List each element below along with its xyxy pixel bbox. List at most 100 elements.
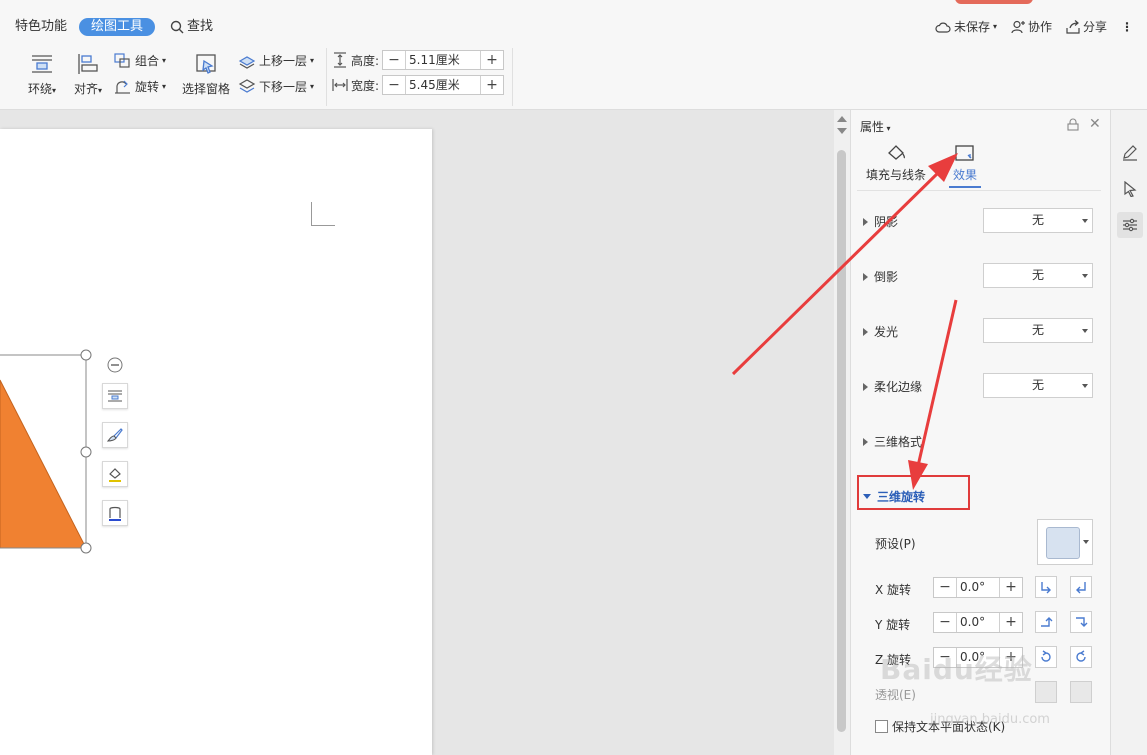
bring-forward-button[interactable]: 上移一层 ▾ (238, 52, 314, 69)
selection-pane-icon (196, 54, 216, 74)
section-3d-format[interactable]: 三维格式 (863, 433, 922, 450)
perspective-widen-button[interactable] (1070, 681, 1092, 703)
align-left-icon (78, 54, 98, 74)
rotate-ccw-icon (1041, 650, 1051, 662)
selection-pane-button[interactable]: 选择窗格 (178, 52, 234, 97)
shape-fill-button[interactable] (102, 461, 128, 487)
scroll-up-arrow[interactable] (837, 116, 847, 122)
fill-bucket-icon (109, 468, 121, 482)
tab-fill-and-line[interactable]: 填充与线条 (865, 144, 927, 183)
shape-style-button[interactable] (102, 422, 128, 448)
properties-tool-button[interactable] (1117, 212, 1143, 238)
panel-divider (857, 190, 1101, 191)
y-rotation-decrease-button[interactable]: − (934, 613, 956, 632)
x-rotation-increase-button[interactable]: + (1000, 578, 1022, 597)
perspective-narrow-button[interactable] (1035, 681, 1057, 703)
rotate-left-button[interactable] (1035, 576, 1057, 598)
selection-pane-label: 选择窗格 (181, 82, 230, 96)
width-input[interactable]: 5.45厘米 (405, 76, 482, 94)
section-soft-edges[interactable]: 柔化边缘 (863, 378, 922, 395)
soft-edges-dropdown[interactable]: 无 (983, 373, 1093, 398)
preset-dropdown[interactable] (1037, 519, 1093, 565)
bring-forward-label: 上移一层 (259, 54, 308, 68)
cursor-icon (1124, 181, 1137, 197)
layout-options-button[interactable] (102, 383, 128, 409)
x-rotation-label: X 旋转 (875, 583, 912, 597)
height-control: 高度: − 5.11厘米 + (332, 50, 505, 70)
lock-icon[interactable] (1067, 118, 1079, 131)
rotate-left-icon (1041, 582, 1051, 594)
outline-icon (109, 506, 121, 521)
height-decrease-button[interactable]: − (383, 51, 405, 69)
sliders-icon (1123, 218, 1137, 232)
document-page[interactable] (0, 129, 432, 755)
reflection-dropdown[interactable]: 无 (983, 263, 1093, 288)
x-rotation-input[interactable]: 0.0° (956, 578, 1000, 597)
preset-swatch (1046, 527, 1080, 559)
align-label: 对齐 (73, 82, 98, 96)
section-reflection[interactable]: 倒影 (863, 268, 898, 285)
tab-features[interactable]: 特色功能 (15, 18, 67, 36)
y-rotation-label: Y 旋转 (875, 618, 911, 632)
wrap-button[interactable]: 环绕▾ (22, 52, 62, 97)
menu-tab-bar: 特色功能 绘图工具 查找 未保存 ▾ 协作 分享 ⋮ (0, 0, 1147, 44)
y-rotation-increase-button[interactable]: + (1000, 613, 1022, 632)
rotate-down-button[interactable] (1070, 611, 1092, 633)
group-icon (114, 52, 130, 68)
share-button[interactable]: 分享 (1066, 18, 1107, 35)
scrollbar-thumb[interactable] (837, 150, 846, 732)
group-button[interactable]: 组合 ▾ (114, 52, 166, 69)
send-backward-icon (238, 78, 256, 93)
window-title-decoration (955, 0, 1033, 4)
chevron-down-icon: ▾ (992, 22, 997, 31)
unsaved-label: 未保存 (953, 20, 990, 34)
cloud-icon (935, 22, 951, 33)
brush-icon (107, 428, 123, 442)
y-rotation-input[interactable]: 0.0° (956, 613, 1000, 632)
align-button[interactable]: 对齐▾ (68, 52, 108, 97)
shadow-dropdown[interactable]: 无 (983, 208, 1093, 233)
user-icon (1011, 20, 1025, 33)
height-input[interactable]: 5.11厘米 (405, 51, 482, 69)
ribbon-divider (512, 48, 513, 106)
rotate-button[interactable]: 旋转 ▾ (114, 78, 166, 95)
width-label: 宽度: (351, 78, 380, 93)
collaborate-button[interactable]: 协作 (1011, 18, 1052, 35)
section-glow[interactable]: 发光 (863, 323, 898, 340)
width-increase-button[interactable]: + (481, 76, 503, 94)
section-shadow[interactable]: 阴影 (863, 213, 898, 230)
tab-search[interactable]: 查找 (170, 18, 213, 36)
search-icon (170, 20, 184, 34)
rotate-ccw-button[interactable] (1035, 646, 1057, 668)
glow-dropdown[interactable]: 无 (983, 318, 1093, 343)
unsaved-status-button[interactable]: 未保存 ▾ (935, 18, 997, 35)
preset-label: 预设(P) (875, 537, 916, 551)
text-wrap-icon (32, 55, 52, 73)
ribbon-toolbar: 环绕▾ 对齐▾ 组合 ▾ 旋转 ▾ 选择窗格 上移一层 ▾ 下移一层 ▾ 高度: − 5… (0, 44, 1147, 110)
ribbon-divider (326, 48, 327, 106)
edit-tool-button[interactable] (1117, 140, 1143, 166)
rotate-cw-button[interactable] (1070, 646, 1092, 668)
x-rotation-decrease-button[interactable]: − (934, 578, 956, 597)
send-backward-button[interactable]: 下移一层 ▾ (238, 78, 314, 95)
more-options-button[interactable]: ⋮ (1121, 20, 1133, 34)
tab-drawing-tools[interactable]: 绘图工具 (79, 18, 156, 36)
close-icon[interactable]: ✕ (1089, 116, 1101, 132)
shape-outline-button[interactable] (102, 500, 128, 526)
fill-bucket-icon (888, 145, 906, 160)
panel-title[interactable]: 属性 ▾ (860, 118, 891, 135)
send-backward-label: 下移一层 (259, 80, 308, 94)
tab-fill-and-line-label: 填充与线条 (865, 168, 926, 182)
height-increase-button[interactable]: + (481, 51, 503, 69)
select-tool-button[interactable] (1117, 176, 1143, 202)
tab-effects-label: 效果 (952, 168, 977, 182)
rotate-right-icon (1076, 582, 1086, 594)
width-decrease-button[interactable]: − (383, 76, 405, 94)
vertical-scrollbar[interactable] (834, 110, 850, 755)
rotate-up-button[interactable] (1035, 611, 1057, 633)
tab-search-label: 查找 (187, 19, 214, 34)
rotate-right-button[interactable] (1070, 576, 1092, 598)
rotate-cw-icon (1076, 650, 1086, 662)
scroll-down-arrow[interactable] (837, 128, 847, 134)
tab-effects[interactable]: 效果 (947, 144, 983, 183)
